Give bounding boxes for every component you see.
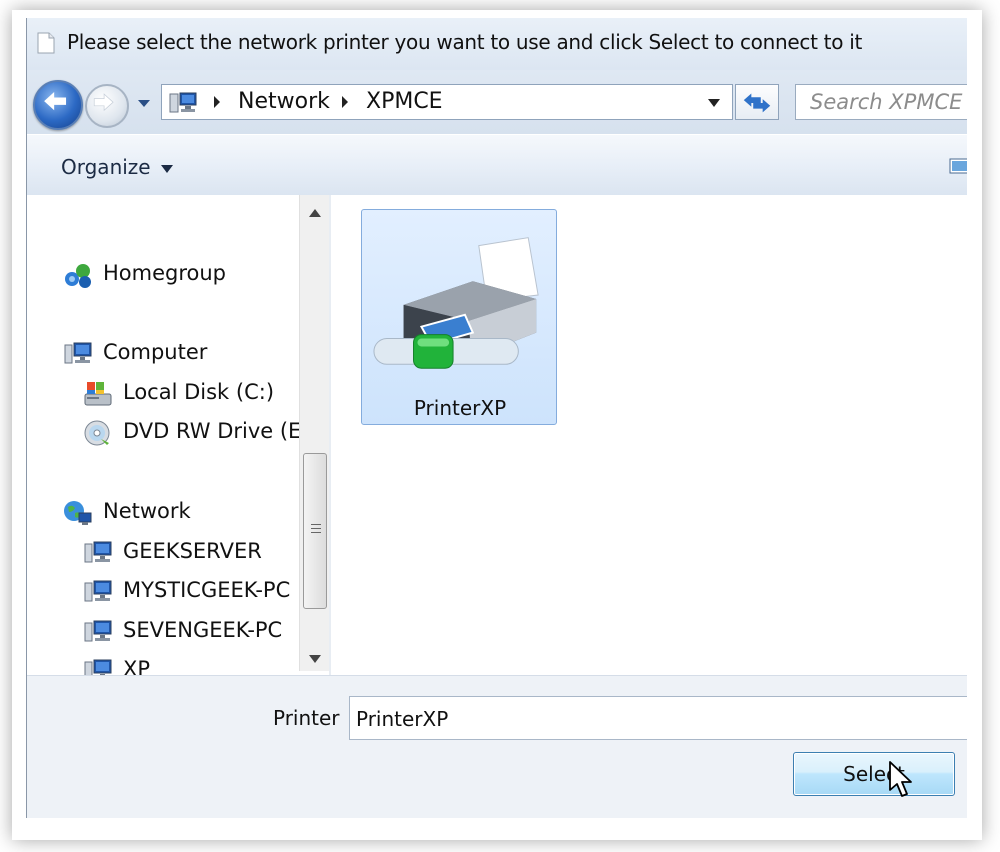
network-computer-icon	[84, 541, 112, 563]
computer-icon	[64, 342, 92, 364]
thumb-grip-line	[311, 528, 321, 529]
document-icon	[37, 32, 55, 54]
forward-button[interactable]	[85, 84, 129, 128]
mouse-cursor-icon	[889, 761, 912, 797]
nav-label-dvd-drive: DVD RW Drive (E:)	[123, 419, 317, 443]
nav-label-homegroup: Homegroup	[103, 261, 227, 285]
organize-button[interactable]: Organize	[61, 155, 151, 179]
back-button[interactable]	[33, 80, 83, 130]
printer-name-input[interactable]: PrinterXP	[349, 696, 967, 740]
search-placeholder: Search XPMCE	[810, 90, 963, 114]
printer-item-label: PrinterXP	[413, 396, 507, 420]
nav-label-mysticgeek-pc: MYSTICGEEK-PC	[123, 578, 291, 602]
window-title: Please select the network printer you wa…	[67, 30, 863, 54]
address-bar[interactable]: Network XPMCE	[161, 84, 733, 120]
nav-label-geekserver: GEEKSERVER	[123, 539, 262, 563]
command-toolbar: Organize	[27, 134, 967, 196]
nav-label-xp: XP	[123, 657, 151, 675]
breadcrumb-separator-icon[interactable]	[212, 95, 222, 109]
forward-arrow-icon	[93, 93, 114, 112]
organize-dropdown-icon[interactable]	[161, 165, 173, 173]
scroll-up-arrow-icon[interactable]	[309, 209, 321, 217]
network-location-icon	[169, 92, 197, 113]
breadcrumb-xpmce[interactable]: XPMCE	[366, 89, 443, 114]
nav-pane-scrollbar[interactable]	[299, 195, 330, 671]
back-arrow-icon	[44, 92, 67, 111]
network-printer-icon	[373, 237, 539, 369]
dvd-drive-icon	[84, 420, 110, 446]
network-icon	[64, 501, 92, 525]
navigation-bar: Network XPMCE Search XPMCE	[27, 70, 967, 134]
select-button[interactable]: Select	[793, 752, 955, 796]
address-dropdown-icon[interactable]	[708, 99, 720, 107]
nav-label-network: Network	[103, 499, 191, 523]
select-printer-dialog: Please select the network printer you wa…	[26, 18, 967, 818]
refresh-icon	[743, 93, 771, 113]
navigation-pane: Homegroup Computer Local Disk (C:) DVD R…	[27, 195, 329, 675]
title-bar: Please select the network printer you wa…	[27, 18, 967, 70]
homegroup-icon	[65, 264, 91, 288]
scroll-thumb[interactable]	[303, 453, 327, 609]
network-computer-icon	[84, 659, 112, 675]
dialog-footer: Printer PrinterXP Select	[27, 675, 967, 818]
printer-field-label: Printer	[273, 706, 340, 730]
search-input[interactable]: Search XPMCE	[795, 84, 967, 120]
change-view-icon[interactable]	[949, 157, 967, 175]
nav-label-computer: Computer	[103, 340, 208, 364]
thumb-grip-line	[311, 532, 321, 533]
scroll-down-arrow-icon[interactable]	[309, 655, 321, 663]
breadcrumb-separator-icon[interactable]	[340, 95, 350, 109]
network-computer-icon	[84, 580, 112, 602]
breadcrumb-network[interactable]: Network	[238, 89, 330, 114]
local-disk-icon	[84, 382, 112, 406]
recent-pages-chevron-icon[interactable]	[137, 96, 151, 110]
thumb-grip-line	[311, 524, 321, 525]
network-computer-icon	[84, 620, 112, 642]
printer-item-printerxp[interactable]: PrinterXP	[361, 209, 557, 425]
nav-label-local-disk: Local Disk (C:)	[123, 380, 275, 404]
refresh-button[interactable]	[735, 84, 779, 120]
nav-label-sevengeek-pc: SEVENGEEK-PC	[123, 618, 283, 642]
file-list-content: PrinterXP	[331, 195, 967, 675]
